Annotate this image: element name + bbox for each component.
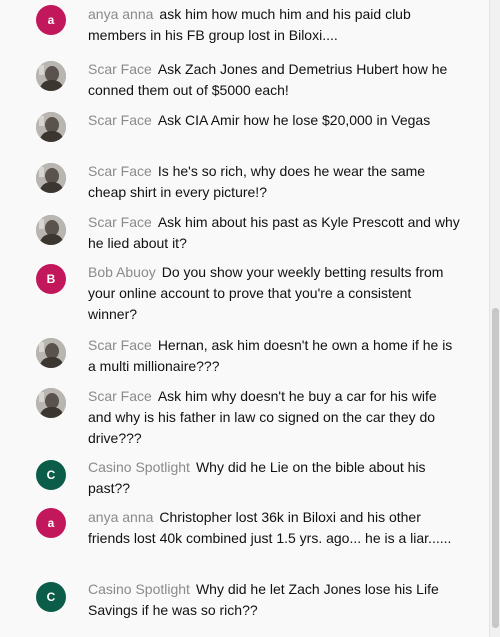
message-text: Ask CIA Amir how he lose $20,000 in Vega…	[157, 112, 431, 128]
author-avatar[interactable]: B	[36, 264, 66, 294]
avatar-letter: a	[47, 13, 55, 27]
message-body: anya anna ask him how much him and his pa…	[88, 4, 460, 46]
author-avatar[interactable]	[36, 112, 66, 142]
message-body: Scar Face Ask him why doesn't he buy a ca…	[88, 386, 460, 449]
scrollbar-track[interactable]	[489, 0, 500, 637]
author-avatar[interactable]: a	[36, 5, 66, 35]
scrollbar-thumb[interactable]	[492, 308, 499, 628]
message-body: Casino Spotlight Why did he Lie on the bi…	[88, 457, 460, 499]
chat-message: Scar Face Is he's so rich, why does he we…	[0, 158, 489, 206]
author-avatar[interactable]: C	[36, 460, 66, 490]
avatar-letter: a	[47, 516, 55, 530]
avatar-letter: C	[46, 590, 56, 604]
user-photo-icon	[36, 163, 66, 193]
user-photo-icon	[36, 61, 66, 91]
chat-message: Scar Face Ask him why doesn't he buy a ca…	[0, 384, 489, 454]
author-name[interactable]: Casino Spotlight	[88, 581, 190, 597]
avatar-letter: C	[46, 468, 56, 482]
chat-message: a anya anna ask him how much him and his …	[0, 0, 489, 48]
author-avatar[interactable]: C	[36, 582, 66, 612]
message-body: Scar Face Ask CIA Amir how he lose $20,00…	[88, 110, 460, 131]
author-name[interactable]: Scar Face	[88, 337, 152, 353]
author-name[interactable]: Casino Spotlight	[88, 459, 190, 475]
author-name[interactable]: Scar Face	[88, 388, 152, 404]
chat-message: C Casino Spotlight Why did he Lie on the …	[0, 457, 489, 505]
author-name[interactable]: anya anna	[88, 509, 153, 525]
chat-message: Scar Face Ask Zach Jones and Demetrius Hu…	[0, 56, 489, 104]
message-body: Casino Spotlight Why did he let Zach Jone…	[88, 579, 460, 621]
message-body: Scar Face Ask him about his past as Kyle …	[88, 212, 460, 254]
chat-message: a anya anna Christopher lost 36k in Bilox…	[0, 506, 489, 576]
message-body: Bob Abuoy Do you show your weekly betting…	[88, 262, 460, 325]
author-name[interactable]: anya anna	[88, 6, 153, 22]
user-photo-icon	[36, 215, 66, 245]
chat-message: Scar Face Hernan, ask him doesn't he own …	[0, 333, 489, 381]
message-body: Scar Face Ask Zach Jones and Demetrius Hu…	[88, 59, 460, 101]
message-body: Scar Face Hernan, ask him doesn't he own …	[88, 335, 460, 377]
chat-message: C Casino Spotlight Why did he let Zach Jo…	[0, 578, 489, 628]
message-body: Scar Face Is he's so rich, why does he we…	[88, 161, 460, 203]
user-photo-icon	[36, 112, 66, 142]
author-name[interactable]: Scar Face	[88, 61, 152, 77]
author-name[interactable]: Scar Face	[88, 214, 152, 230]
author-avatar[interactable]	[36, 338, 66, 368]
author-avatar[interactable]	[36, 163, 66, 193]
message-body: anya anna Christopher lost 36k in Biloxi …	[88, 507, 460, 549]
chat-message: Scar Face Ask him about his past as Kyle …	[0, 210, 489, 258]
author-avatar[interactable]	[36, 388, 66, 418]
author-avatar[interactable]	[36, 61, 66, 91]
user-photo-icon	[36, 388, 66, 418]
author-name[interactable]: Bob Abuoy	[88, 264, 156, 280]
author-name[interactable]: Scar Face	[88, 163, 152, 179]
chat-message: B Bob Abuoy Do you show your weekly betti…	[0, 260, 489, 330]
author-avatar[interactable]	[36, 215, 66, 245]
chat-message-list: a anya anna ask him how much him and his …	[0, 0, 489, 637]
author-name[interactable]: Scar Face	[88, 112, 152, 128]
author-avatar[interactable]: a	[36, 508, 66, 538]
chat-message: Scar Face Ask CIA Amir how he lose $20,00…	[0, 107, 489, 155]
user-photo-icon	[36, 338, 66, 368]
avatar-letter: B	[46, 272, 56, 286]
